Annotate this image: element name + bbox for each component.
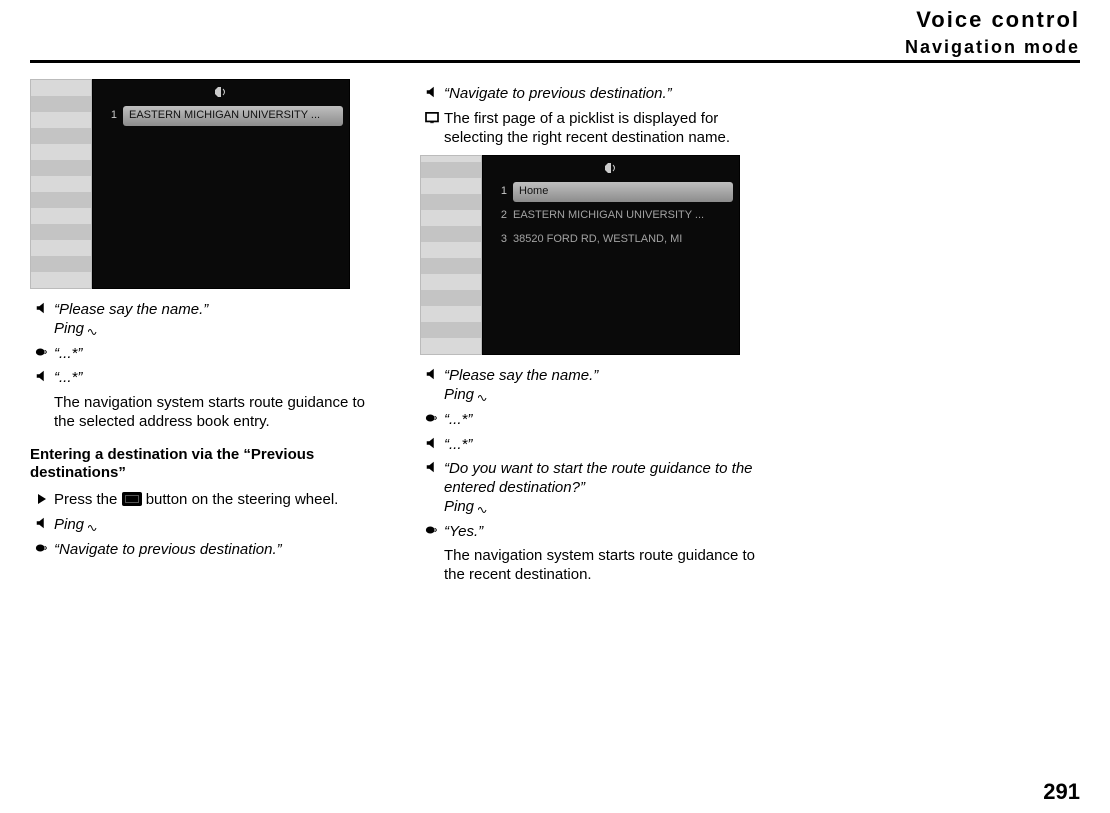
map-background-strip	[420, 155, 482, 355]
row-number: 3	[489, 233, 507, 247]
row-number: 2	[489, 209, 507, 223]
speaker-left-icon	[30, 516, 54, 535]
step-text: The navigation system starts route guida…	[444, 547, 760, 585]
step-text: “Navigate to previous destination.”	[54, 541, 370, 560]
page-header: Voice control Navigation mode	[30, 0, 1080, 63]
step-system-confirm: “Do you want to start the route guidance…	[420, 460, 760, 516]
speaker-left-icon	[420, 85, 444, 104]
microphone-icon	[420, 523, 444, 542]
row-label: 38520 FORD RD, WESTLAND, MI	[513, 233, 733, 247]
step-text: “Navigate to previous destination.”	[444, 85, 760, 104]
step-system-navigate-previous: “Navigate to previous destination.”	[420, 85, 760, 104]
step-system-echo-1: “...*”	[30, 369, 370, 388]
signal-icon	[478, 390, 488, 400]
display-icon	[420, 110, 444, 148]
step-system-say-name-2: “Please say the name.” Ping	[420, 367, 760, 405]
subheading-previous-destinations: Entering a destination via the “Previous…	[30, 446, 370, 484]
device-screen: 1 Home 2 EASTERN MICHIGAN UNIVERSITY ...…	[482, 155, 740, 355]
step-system-ping: Ping	[30, 516, 370, 535]
step-text: “...*”	[444, 411, 760, 430]
step-result-text-2: The navigation system starts route guida…	[420, 547, 760, 585]
screen-voice-icon	[99, 86, 343, 104]
left-column: 1 EASTERN MICHIGAN UNIVERSITY ... “Pleas…	[30, 79, 370, 591]
map-background-strip	[30, 79, 92, 289]
step-user-yes: “Yes.”	[420, 523, 760, 542]
speaker-left-icon	[30, 301, 54, 339]
right-column: “Navigate to previous destination.” The …	[420, 79, 760, 591]
row-label: EASTERN MICHIGAN UNIVERSITY ...	[513, 209, 733, 223]
signal-icon	[478, 502, 488, 512]
step-text: The navigation system starts route guida…	[54, 394, 370, 432]
screenshot-previous-destinations: 1 Home 2 EASTERN MICHIGAN UNIVERSITY ...…	[420, 155, 740, 355]
step-text-ping: Ping	[54, 320, 84, 337]
screenshot-address-book: 1 EASTERN MICHIGAN UNIVERSITY ...	[30, 79, 350, 289]
step-text: The first page of a picklist is displaye…	[444, 110, 760, 148]
row-number: 1	[489, 185, 507, 199]
step-text: “Do you want to start the route guidance…	[444, 460, 753, 496]
screen-voice-icon	[489, 162, 733, 180]
device-screen: 1 EASTERN MICHIGAN UNIVERSITY ...	[92, 79, 350, 289]
picklist-row-1: 1 Home	[489, 180, 733, 204]
picklist-row-3: 3 38520 FORD RD, WESTLAND, MI	[489, 228, 733, 252]
speaker-left-icon	[420, 436, 444, 455]
row-label: EASTERN MICHIGAN UNIVERSITY ...	[123, 106, 343, 126]
step-text: “...*”	[54, 369, 370, 388]
microphone-icon	[30, 345, 54, 364]
row-number: 1	[99, 109, 117, 123]
speaker-left-icon	[420, 367, 444, 405]
step-text: “Please say the name.”	[444, 367, 598, 384]
step-user-speak-1: “...*”	[30, 345, 370, 364]
microphone-icon	[420, 411, 444, 430]
step-user-speak-2: “...*”	[420, 411, 760, 430]
step-system-echo-2: “...*”	[420, 436, 760, 455]
step-text: “...*”	[444, 436, 760, 455]
triangle-right-icon	[30, 491, 54, 510]
picklist-row-2: 2 EASTERN MICHIGAN UNIVERSITY ...	[489, 204, 733, 228]
step-text: “Please say the name.”	[54, 301, 208, 318]
speaker-left-icon	[30, 369, 54, 388]
step-system-say-name: “Please say the name.” Ping	[30, 301, 370, 339]
step-text-ping: Ping	[444, 386, 474, 403]
step-result-text: The navigation system starts route guida…	[30, 394, 370, 432]
header-title: Voice control	[30, 6, 1080, 34]
step-text: “Yes.”	[444, 523, 760, 542]
step-text: Press the button on the steering wheel.	[54, 491, 370, 510]
step-text-ping: Ping	[444, 498, 474, 515]
row-label: Home	[513, 182, 733, 202]
step-display-picklist: The first page of a picklist is displaye…	[420, 110, 760, 148]
speaker-left-icon	[420, 460, 444, 516]
step-text: “...*”	[54, 345, 370, 364]
page-number: 291	[1043, 778, 1080, 806]
step-user-navigate-previous: “Navigate to previous destination.”	[30, 541, 370, 560]
step-text: Ping	[54, 516, 84, 533]
header-subtitle: Navigation mode	[30, 36, 1080, 59]
step-press-button: Press the button on the steering wheel.	[30, 491, 370, 510]
picklist-row-1: 1 EASTERN MICHIGAN UNIVERSITY ...	[99, 104, 343, 128]
microphone-icon	[30, 541, 54, 560]
signal-icon	[88, 520, 98, 530]
voice-keycap-icon	[122, 492, 142, 506]
signal-icon	[88, 324, 98, 334]
